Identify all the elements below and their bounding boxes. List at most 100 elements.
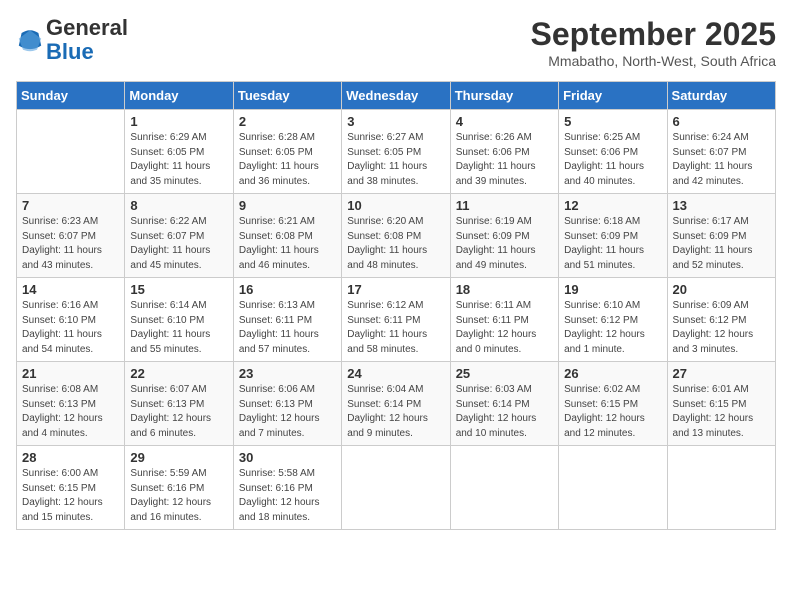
calendar-cell: 20 Sunrise: 6:09 AM Sunset: 6:12 PM Dayli…: [667, 278, 775, 362]
day-number: 17: [347, 282, 444, 297]
calendar-week-4: 21 Sunrise: 6:08 AM Sunset: 6:13 PM Dayli…: [17, 362, 776, 446]
day-info: Sunrise: 6:16 AM Sunset: 6:10 PM Dayligh…: [22, 299, 119, 357]
day-number: 15: [130, 282, 227, 297]
calendar-cell: 30 Sunrise: 5:58 AM Sunset: 6:16 PM Dayli…: [233, 446, 341, 530]
calendar-week-5: 28Sunrise: 6:00 AM Sunset: 6:15 PM Dayli…: [17, 446, 776, 530]
calendar-week-1: 1 Sunrise: 6:29 AM Sunset: 6:05 PM Daylig…: [17, 110, 776, 194]
calendar-cell: 22Sunrise: 6:07 AM Sunset: 6:13 PM Dayli…: [125, 362, 233, 446]
day-number: 30: [239, 450, 336, 465]
calendar-cell: 2 Sunrise: 6:28 AM Sunset: 6:05 PM Daylig…: [233, 110, 341, 194]
day-number: 9: [239, 198, 336, 213]
day-number: 11: [456, 198, 553, 213]
day-info: Sunrise: 6:28 AM Sunset: 6:05 PM Dayligh…: [239, 131, 336, 189]
calendar-cell: 29 Sunrise: 5:59 AM Sunset: 6:16 PM Dayli…: [125, 446, 233, 530]
calendar-cell: [559, 446, 667, 530]
day-number: 10: [347, 198, 444, 213]
day-info: Sunrise: 6:19 AM Sunset: 6:09 PM Dayligh…: [456, 215, 553, 273]
calendar-header-row: SundayMondayTuesdayWednesdayThursdayFrid…: [17, 82, 776, 110]
day-number: 16: [239, 282, 336, 297]
calendar-header-tuesday: Tuesday: [233, 82, 341, 110]
day-info: Sunrise: 6:06 AM Sunset: 6:13 PM Dayligh…: [239, 383, 336, 441]
day-number: 29: [130, 450, 227, 465]
calendar-cell: 25Sunrise: 6:03 AM Sunset: 6:14 PM Dayli…: [450, 362, 558, 446]
day-info: Sunrise: 5:59 AM Sunset: 6:16 PM Dayligh…: [130, 467, 227, 525]
day-number: 12: [564, 198, 661, 213]
day-number: 8: [130, 198, 227, 213]
calendar-cell: [450, 446, 558, 530]
calendar-cell: [342, 446, 450, 530]
calendar-header-saturday: Saturday: [667, 82, 775, 110]
day-number: 21: [22, 366, 119, 381]
location-subtitle: Mmabatho, North-West, South Africa: [531, 53, 776, 69]
day-info: Sunrise: 5:58 AM Sunset: 6:16 PM Dayligh…: [239, 467, 336, 525]
day-info: Sunrise: 6:03 AM Sunset: 6:14 PM Dayligh…: [456, 383, 553, 441]
day-info: Sunrise: 6:20 AM Sunset: 6:08 PM Dayligh…: [347, 215, 444, 273]
day-info: Sunrise: 6:25 AM Sunset: 6:06 PM Dayligh…: [564, 131, 661, 189]
day-info: Sunrise: 6:09 AM Sunset: 6:12 PM Dayligh…: [673, 299, 770, 357]
calendar-cell: 6 Sunrise: 6:24 AM Sunset: 6:07 PM Daylig…: [667, 110, 775, 194]
logo-icon: [16, 26, 44, 54]
day-info: Sunrise: 6:02 AM Sunset: 6:15 PM Dayligh…: [564, 383, 661, 441]
day-number: 6: [673, 114, 770, 129]
day-number: 4: [456, 114, 553, 129]
calendar-cell: 12 Sunrise: 6:18 AM Sunset: 6:09 PM Dayli…: [559, 194, 667, 278]
calendar-week-2: 7 Sunrise: 6:23 AM Sunset: 6:07 PM Daylig…: [17, 194, 776, 278]
day-number: 3: [347, 114, 444, 129]
calendar-cell: 23 Sunrise: 6:06 AM Sunset: 6:13 PM Dayli…: [233, 362, 341, 446]
calendar-cell: 5 Sunrise: 6:25 AM Sunset: 6:06 PM Daylig…: [559, 110, 667, 194]
calendar-cell: 13Sunrise: 6:17 AM Sunset: 6:09 PM Dayli…: [667, 194, 775, 278]
day-info: Sunrise: 6:00 AM Sunset: 6:15 PM Dayligh…: [22, 467, 119, 525]
day-number: 24: [347, 366, 444, 381]
day-info: Sunrise: 6:24 AM Sunset: 6:07 PM Dayligh…: [673, 131, 770, 189]
calendar-table: SundayMondayTuesdayWednesdayThursdayFrid…: [16, 81, 776, 530]
calendar-cell: 14 Sunrise: 6:16 AM Sunset: 6:10 PM Dayli…: [17, 278, 125, 362]
page-header: GeneralBlue September 2025 Mmabatho, Nor…: [16, 16, 776, 69]
day-info: Sunrise: 6:23 AM Sunset: 6:07 PM Dayligh…: [22, 215, 119, 273]
day-number: 2: [239, 114, 336, 129]
calendar-cell: 28Sunrise: 6:00 AM Sunset: 6:15 PM Dayli…: [17, 446, 125, 530]
day-number: 26: [564, 366, 661, 381]
calendar-header-sunday: Sunday: [17, 82, 125, 110]
day-info: Sunrise: 6:17 AM Sunset: 6:09 PM Dayligh…: [673, 215, 770, 273]
calendar-cell: [667, 446, 775, 530]
day-info: Sunrise: 6:10 AM Sunset: 6:12 PM Dayligh…: [564, 299, 661, 357]
day-number: 14: [22, 282, 119, 297]
calendar-cell: 10 Sunrise: 6:20 AM Sunset: 6:08 PM Dayli…: [342, 194, 450, 278]
calendar-cell: 16 Sunrise: 6:13 AM Sunset: 6:11 PM Dayli…: [233, 278, 341, 362]
calendar-header-friday: Friday: [559, 82, 667, 110]
day-info: Sunrise: 6:22 AM Sunset: 6:07 PM Dayligh…: [130, 215, 227, 273]
day-info: Sunrise: 6:29 AM Sunset: 6:05 PM Dayligh…: [130, 131, 227, 189]
calendar-cell: 18Sunrise: 6:11 AM Sunset: 6:11 PM Dayli…: [450, 278, 558, 362]
calendar-cell: 24 Sunrise: 6:04 AM Sunset: 6:14 PM Dayli…: [342, 362, 450, 446]
title-block: September 2025 Mmabatho, North-West, Sou…: [531, 16, 776, 69]
day-info: Sunrise: 6:27 AM Sunset: 6:05 PM Dayligh…: [347, 131, 444, 189]
calendar-header-thursday: Thursday: [450, 82, 558, 110]
calendar-cell: 8 Sunrise: 6:22 AM Sunset: 6:07 PM Daylig…: [125, 194, 233, 278]
day-number: 23: [239, 366, 336, 381]
day-info: Sunrise: 6:08 AM Sunset: 6:13 PM Dayligh…: [22, 383, 119, 441]
day-number: 20: [673, 282, 770, 297]
calendar-cell: 15Sunrise: 6:14 AM Sunset: 6:10 PM Dayli…: [125, 278, 233, 362]
calendar-cell: 7 Sunrise: 6:23 AM Sunset: 6:07 PM Daylig…: [17, 194, 125, 278]
calendar-cell: 1 Sunrise: 6:29 AM Sunset: 6:05 PM Daylig…: [125, 110, 233, 194]
day-info: Sunrise: 6:04 AM Sunset: 6:14 PM Dayligh…: [347, 383, 444, 441]
calendar-week-3: 14 Sunrise: 6:16 AM Sunset: 6:10 PM Dayli…: [17, 278, 776, 362]
calendar-cell: 11 Sunrise: 6:19 AM Sunset: 6:09 PM Dayli…: [450, 194, 558, 278]
calendar-cell: 3 Sunrise: 6:27 AM Sunset: 6:05 PM Daylig…: [342, 110, 450, 194]
day-info: Sunrise: 6:18 AM Sunset: 6:09 PM Dayligh…: [564, 215, 661, 273]
calendar-cell: 26 Sunrise: 6:02 AM Sunset: 6:15 PM Dayli…: [559, 362, 667, 446]
calendar-cell: 27Sunrise: 6:01 AM Sunset: 6:15 PM Dayli…: [667, 362, 775, 446]
calendar-header-wednesday: Wednesday: [342, 82, 450, 110]
day-number: 5: [564, 114, 661, 129]
day-info: Sunrise: 6:26 AM Sunset: 6:06 PM Dayligh…: [456, 131, 553, 189]
day-number: 1: [130, 114, 227, 129]
day-number: 18: [456, 282, 553, 297]
day-number: 7: [22, 198, 119, 213]
calendar-cell: 21 Sunrise: 6:08 AM Sunset: 6:13 PM Dayli…: [17, 362, 125, 446]
day-info: Sunrise: 6:21 AM Sunset: 6:08 PM Dayligh…: [239, 215, 336, 273]
calendar-header-monday: Monday: [125, 82, 233, 110]
day-info: Sunrise: 6:13 AM Sunset: 6:11 PM Dayligh…: [239, 299, 336, 357]
logo-text: GeneralBlue: [46, 16, 128, 64]
day-info: Sunrise: 6:12 AM Sunset: 6:11 PM Dayligh…: [347, 299, 444, 357]
calendar-body: 1 Sunrise: 6:29 AM Sunset: 6:05 PM Daylig…: [17, 110, 776, 530]
